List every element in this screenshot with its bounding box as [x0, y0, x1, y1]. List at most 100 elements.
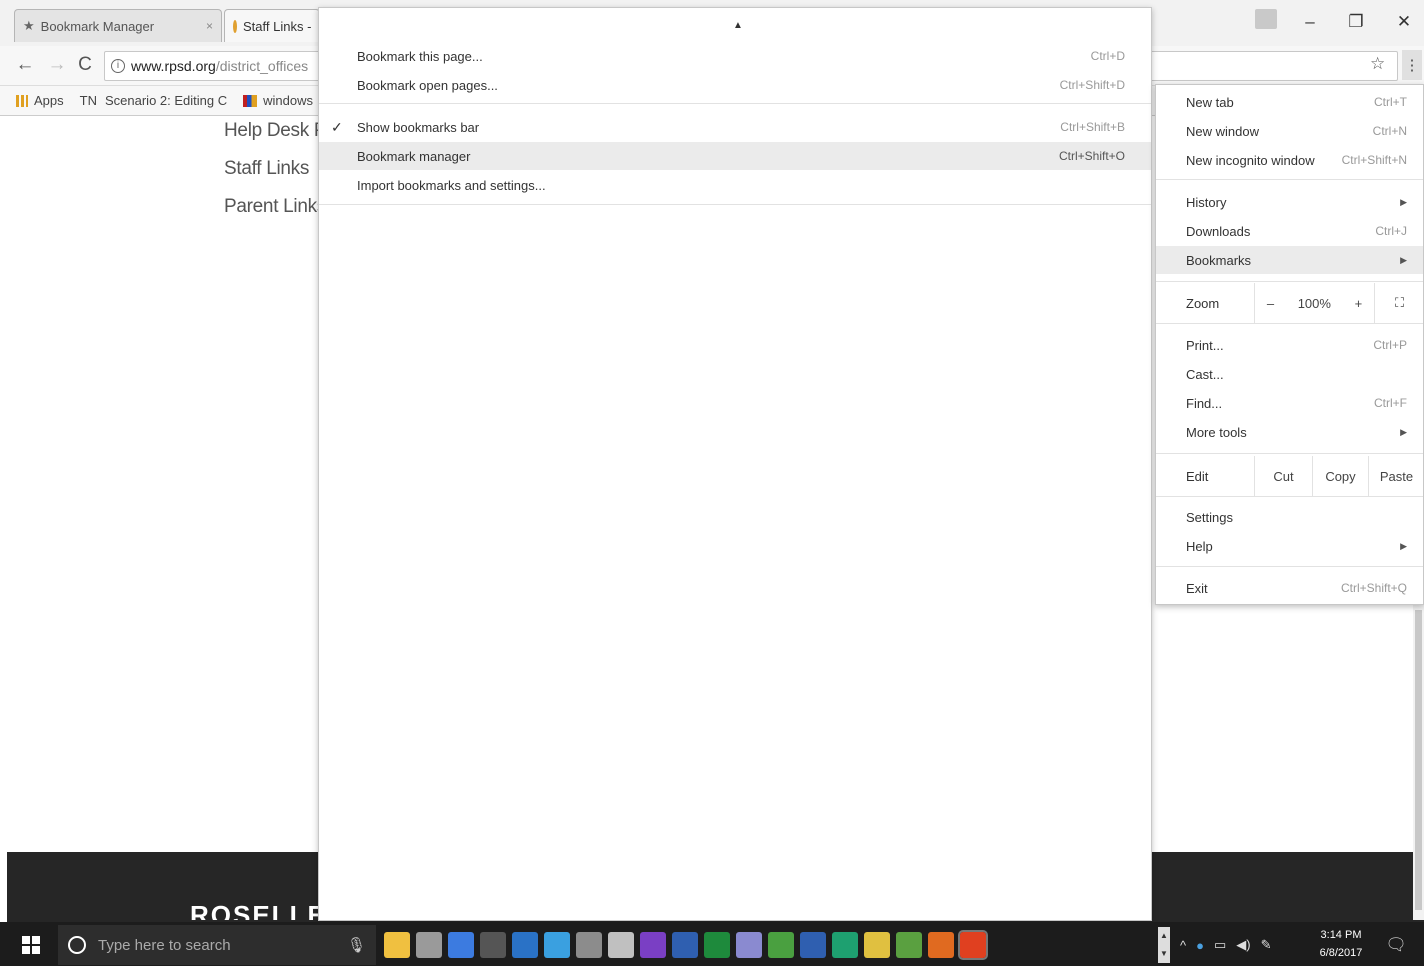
bookmark-item[interactable]: Scenario 2: Editing C: [105, 93, 227, 108]
zoom-label: Zoom: [1186, 295, 1220, 311]
taskbar-app-icon[interactable]: [800, 932, 826, 958]
history-item[interactable]: History ▶: [1156, 188, 1423, 216]
new-tab-item[interactable]: New tab Ctrl+T: [1156, 88, 1423, 116]
minimize-button[interactable]: –: [1292, 8, 1328, 36]
menu-label: Show bookmarks bar: [357, 119, 480, 135]
taskbar-app-icon[interactable]: [832, 932, 858, 958]
chrome-menu-icon[interactable]: ⋮: [1402, 50, 1422, 80]
menu-label: New tab: [1186, 94, 1234, 110]
apps-shortcut[interactable]: Apps: [16, 93, 64, 108]
reload-icon[interactable]: C: [72, 52, 98, 78]
exit-item[interactable]: Exit Ctrl+Shift+Q: [1156, 574, 1423, 602]
menu-divider: [1156, 566, 1423, 567]
scroll-up-arrow-icon[interactable]: ▲: [733, 20, 743, 31]
bookmark-item-windows[interactable]: windows: [243, 93, 313, 108]
taskbar-app-icon[interactable]: [640, 932, 666, 958]
bookmarks-item[interactable]: Bookmarks ▶: [1156, 246, 1423, 274]
menu-label: Bookmarks: [1186, 252, 1252, 268]
windows-start-icon[interactable]: [16, 930, 46, 960]
taskbar-app-icon[interactable]: [704, 932, 730, 958]
bookmark-item[interactable]: TN: [80, 93, 97, 108]
forward-arrow-icon[interactable]: →: [44, 52, 70, 78]
bookmark-label: windows: [263, 93, 313, 108]
close-window-button[interactable]: ✕: [1386, 8, 1422, 36]
menu-divider: [1156, 179, 1423, 180]
menu-shortcut: Ctrl+Shift+D: [1059, 78, 1125, 92]
new-window-item[interactable]: New window Ctrl+N: [1156, 117, 1423, 145]
taskbar-app-icon[interactable]: [768, 932, 794, 958]
tab-staff-links[interactable]: Staff Links -: [224, 9, 320, 42]
taskbar-app-icon[interactable]: [896, 932, 922, 958]
taskbar-app-icon[interactable]: [416, 932, 442, 958]
taskbar-app-icon[interactable]: [480, 932, 506, 958]
notification-center-icon[interactable]: 🗨: [1383, 932, 1409, 958]
bookmark-this-page-item[interactable]: Bookmark this page... Ctrl+D: [319, 42, 1151, 70]
chrome-main-menu: New tab Ctrl+T New window Ctrl+N New inc…: [1155, 84, 1424, 605]
bookmark-star-icon[interactable]: ☆: [1370, 54, 1385, 74]
taskbar-app-icon[interactable]: [672, 932, 698, 958]
taskbar-app-icon[interactable]: [384, 932, 410, 958]
cut-button[interactable]: Cut: [1254, 456, 1312, 496]
menu-label: New incognito window: [1186, 152, 1315, 168]
profile-icon[interactable]: [1255, 9, 1277, 29]
print-item[interactable]: Print... Ctrl+P: [1156, 331, 1423, 359]
search-placeholder: Type here to search: [98, 936, 231, 954]
zoom-in-button[interactable]: +: [1355, 296, 1363, 311]
taskbar-clock[interactable]: 3:14 PM 6/8/2017: [1310, 926, 1372, 962]
find-item[interactable]: Find... Ctrl+F: [1156, 389, 1423, 417]
taskbar-app-icon[interactable]: [928, 932, 954, 958]
bookmark-manager-item[interactable]: Bookmark manager Ctrl+Shift+O: [319, 142, 1151, 170]
microphone-icon[interactable]: 🎙: [347, 936, 366, 954]
show-bookmarks-bar-item[interactable]: ✓ Show bookmarks bar Ctrl+Shift+B: [319, 113, 1151, 141]
taskbar-app-icon[interactable]: [608, 932, 634, 958]
taskbar-app-icon[interactable]: [512, 932, 538, 958]
new-incognito-window-item[interactable]: New incognito window Ctrl+Shift+N: [1156, 146, 1423, 174]
taskbar-app-icon[interactable]: [958, 930, 988, 960]
settings-item[interactable]: Settings: [1156, 503, 1423, 531]
url-path: /district_offices: [215, 58, 309, 74]
menu-label: Print...: [1186, 337, 1224, 353]
system-tray: ▲ ▼ ^ ● ▭ ◀) ✎: [1158, 925, 1272, 965]
cast-item[interactable]: Cast...: [1156, 360, 1423, 388]
restore-button[interactable]: ❐: [1338, 8, 1374, 36]
taskbar-app-icon[interactable]: [448, 932, 474, 958]
menu-divider: [1156, 281, 1423, 282]
menu-shortcut: Ctrl+D: [1090, 49, 1125, 63]
downloads-item[interactable]: Downloads Ctrl+J: [1156, 217, 1423, 245]
network-icon[interactable]: ▭: [1214, 937, 1226, 953]
staff-links-link[interactable]: Staff Links: [224, 156, 326, 194]
menu-divider: [1156, 323, 1423, 324]
volume-icon[interactable]: ◀): [1236, 937, 1250, 953]
more-tools-item[interactable]: More tools ▶: [1156, 418, 1423, 446]
bookmark-open-pages-item[interactable]: Bookmark open pages... Ctrl+Shift+D: [319, 71, 1151, 99]
paste-button[interactable]: Paste: [1368, 456, 1424, 496]
taskbar-app-icon[interactable]: [864, 932, 890, 958]
apps-grid-icon: [16, 94, 28, 107]
help-item[interactable]: Help ▶: [1156, 532, 1423, 560]
taskbar-app-icon[interactable]: [544, 932, 570, 958]
pen-icon[interactable]: ✎: [1261, 937, 1272, 953]
taskbar-app-icon[interactable]: [736, 932, 762, 958]
tab-close-icon[interactable]: ×: [206, 19, 213, 33]
tab-bookmark-manager[interactable]: ★ Bookmark Manager ×: [14, 9, 222, 42]
info-icon[interactable]: i: [111, 59, 125, 73]
fullscreen-icon[interactable]: ⛶: [1374, 283, 1424, 323]
scrollbar-thumb[interactable]: [1415, 610, 1422, 910]
help-desk-link[interactable]: Help Desk P: [224, 118, 327, 156]
taskbar-search-box[interactable]: Type here to search 🎙: [58, 925, 376, 965]
submenu-arrow-icon: ▶: [1400, 540, 1407, 551]
copy-button[interactable]: Copy: [1312, 456, 1368, 496]
network-app-icon[interactable]: ●: [1196, 938, 1204, 953]
menu-label: Bookmark manager: [357, 148, 471, 164]
star-icon: ★: [23, 18, 35, 33]
parent-links-link[interactable]: Parent Links: [224, 194, 326, 232]
import-bookmarks-item[interactable]: Import bookmarks and settings...: [319, 171, 1151, 199]
back-arrow-icon[interactable]: ←: [12, 52, 38, 78]
tray-scroll-arrows-icon[interactable]: ▲ ▼: [1158, 927, 1170, 963]
menu-shortcut: Ctrl+Shift+B: [1060, 120, 1125, 134]
taskbar-app-icon[interactable]: [576, 932, 602, 958]
show-hidden-icons-icon[interactable]: ^: [1180, 938, 1186, 953]
menu-label: History: [1186, 194, 1227, 210]
submenu-arrow-icon: ▶: [1400, 426, 1407, 437]
zoom-out-button[interactable]: –: [1267, 296, 1274, 311]
